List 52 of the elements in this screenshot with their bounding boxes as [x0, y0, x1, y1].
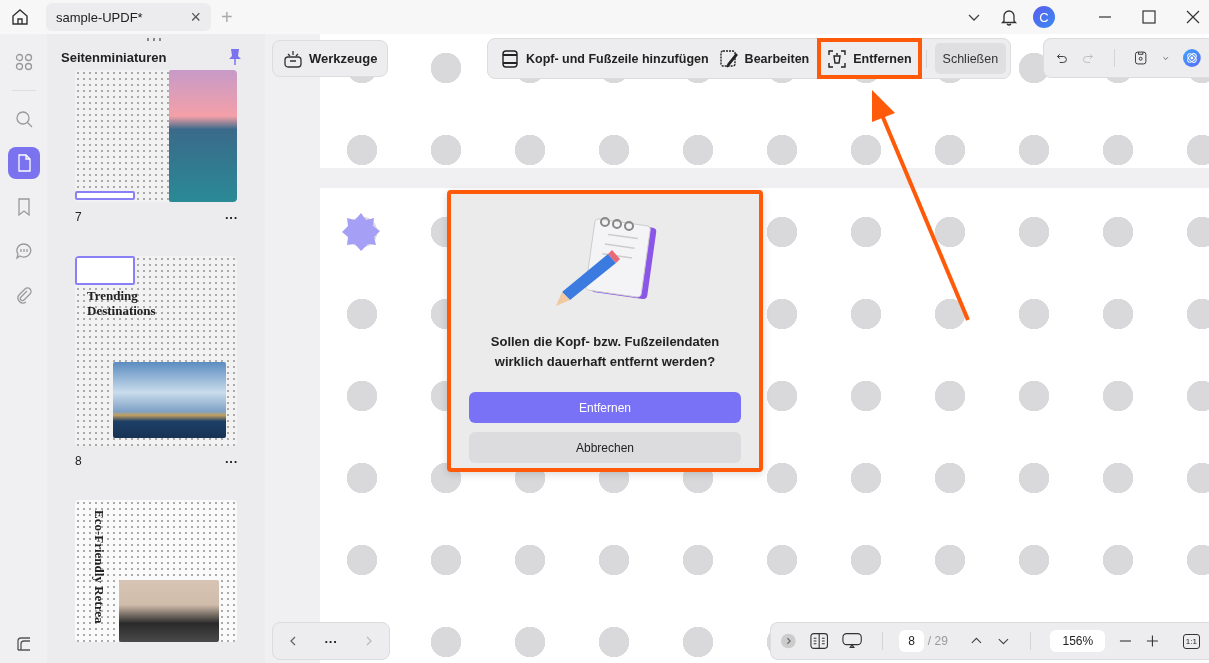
toolbar-button[interactable]: Kopf- und Fußzeile hinzufügen	[496, 42, 713, 75]
search-icon	[13, 109, 34, 129]
zoom-in-icon[interactable]	[1146, 634, 1159, 648]
comment-icon	[13, 241, 34, 261]
user-avatar[interactable]: C	[1033, 6, 1055, 28]
resize-grip[interactable]	[147, 38, 163, 41]
two-page-view-icon[interactable]	[809, 632, 829, 650]
presentation-icon[interactable]	[842, 632, 863, 650]
header-footer-icon	[500, 48, 520, 69]
close-icon[interactable]	[1185, 9, 1201, 25]
panel-title: Seitenminiaturen	[61, 49, 167, 65]
bell-icon[interactable]	[999, 7, 1019, 27]
close-tab-button[interactable]: ×	[190, 6, 201, 28]
confirm-button[interactable]: Entfernen	[469, 392, 741, 423]
thumbnails-grid-icon	[13, 52, 34, 72]
thumbnail-heading: Trending Destinations	[87, 288, 157, 318]
zoom-level-field[interactable]: 156%	[1050, 630, 1106, 652]
actual-size-button[interactable]: 1:1	[1182, 633, 1200, 649]
cancel-button[interactable]: Abbrechen	[469, 432, 741, 463]
flower-shape-icon	[341, 212, 381, 252]
page-tab[interactable]	[7, 147, 40, 179]
toolbar-button[interactable]: Entfernen	[821, 42, 918, 75]
page-number: 7	[75, 210, 82, 224]
layers-icon[interactable]	[14, 635, 33, 653]
page-thumbnail[interactable]: Eco-Friendly Retrea	[75, 500, 237, 642]
delete-icon	[827, 48, 848, 69]
close-button[interactable]: Schließen	[934, 43, 1007, 74]
tools-button[interactable]: Werkzeuge	[272, 40, 389, 77]
more-button[interactable]: ···	[225, 453, 238, 469]
maximize-icon[interactable]	[1141, 9, 1157, 25]
tab-title: sample-UPDF*	[56, 9, 143, 25]
home-icon	[10, 7, 30, 27]
ai-assistant-icon[interactable]	[1183, 46, 1201, 70]
page-number: 8	[75, 454, 82, 468]
pencil-icon	[718, 48, 739, 69]
toolbox-icon	[283, 48, 303, 69]
toolbar-button[interactable]: Bearbeiten	[714, 42, 814, 75]
page-total: / 29	[927, 634, 948, 648]
expand-icon[interactable]	[781, 633, 796, 649]
more-button[interactable]: ···	[225, 209, 238, 225]
dialog-message: Sollen die Kopf- bzw. Fußzeilendaten wirklich dauerhaft entfernt werden?	[489, 333, 721, 371]
page-thumbnail[interactable]	[75, 70, 237, 202]
header-region-marker	[75, 256, 135, 285]
footer-region-marker	[75, 191, 135, 200]
pin-icon[interactable]	[228, 48, 242, 66]
home-button[interactable]	[10, 7, 30, 27]
document-tab[interactable]: sample-UPDF* ×	[46, 3, 211, 31]
thumbnail-heading: Eco-Friendly Retrea	[91, 510, 107, 624]
save-icon[interactable]	[1134, 48, 1148, 68]
more-button[interactable]: ···	[324, 633, 338, 649]
page-number-field[interactable]: 8	[899, 630, 924, 652]
page-thumbnail[interactable]: Trending Destinations	[75, 256, 237, 446]
